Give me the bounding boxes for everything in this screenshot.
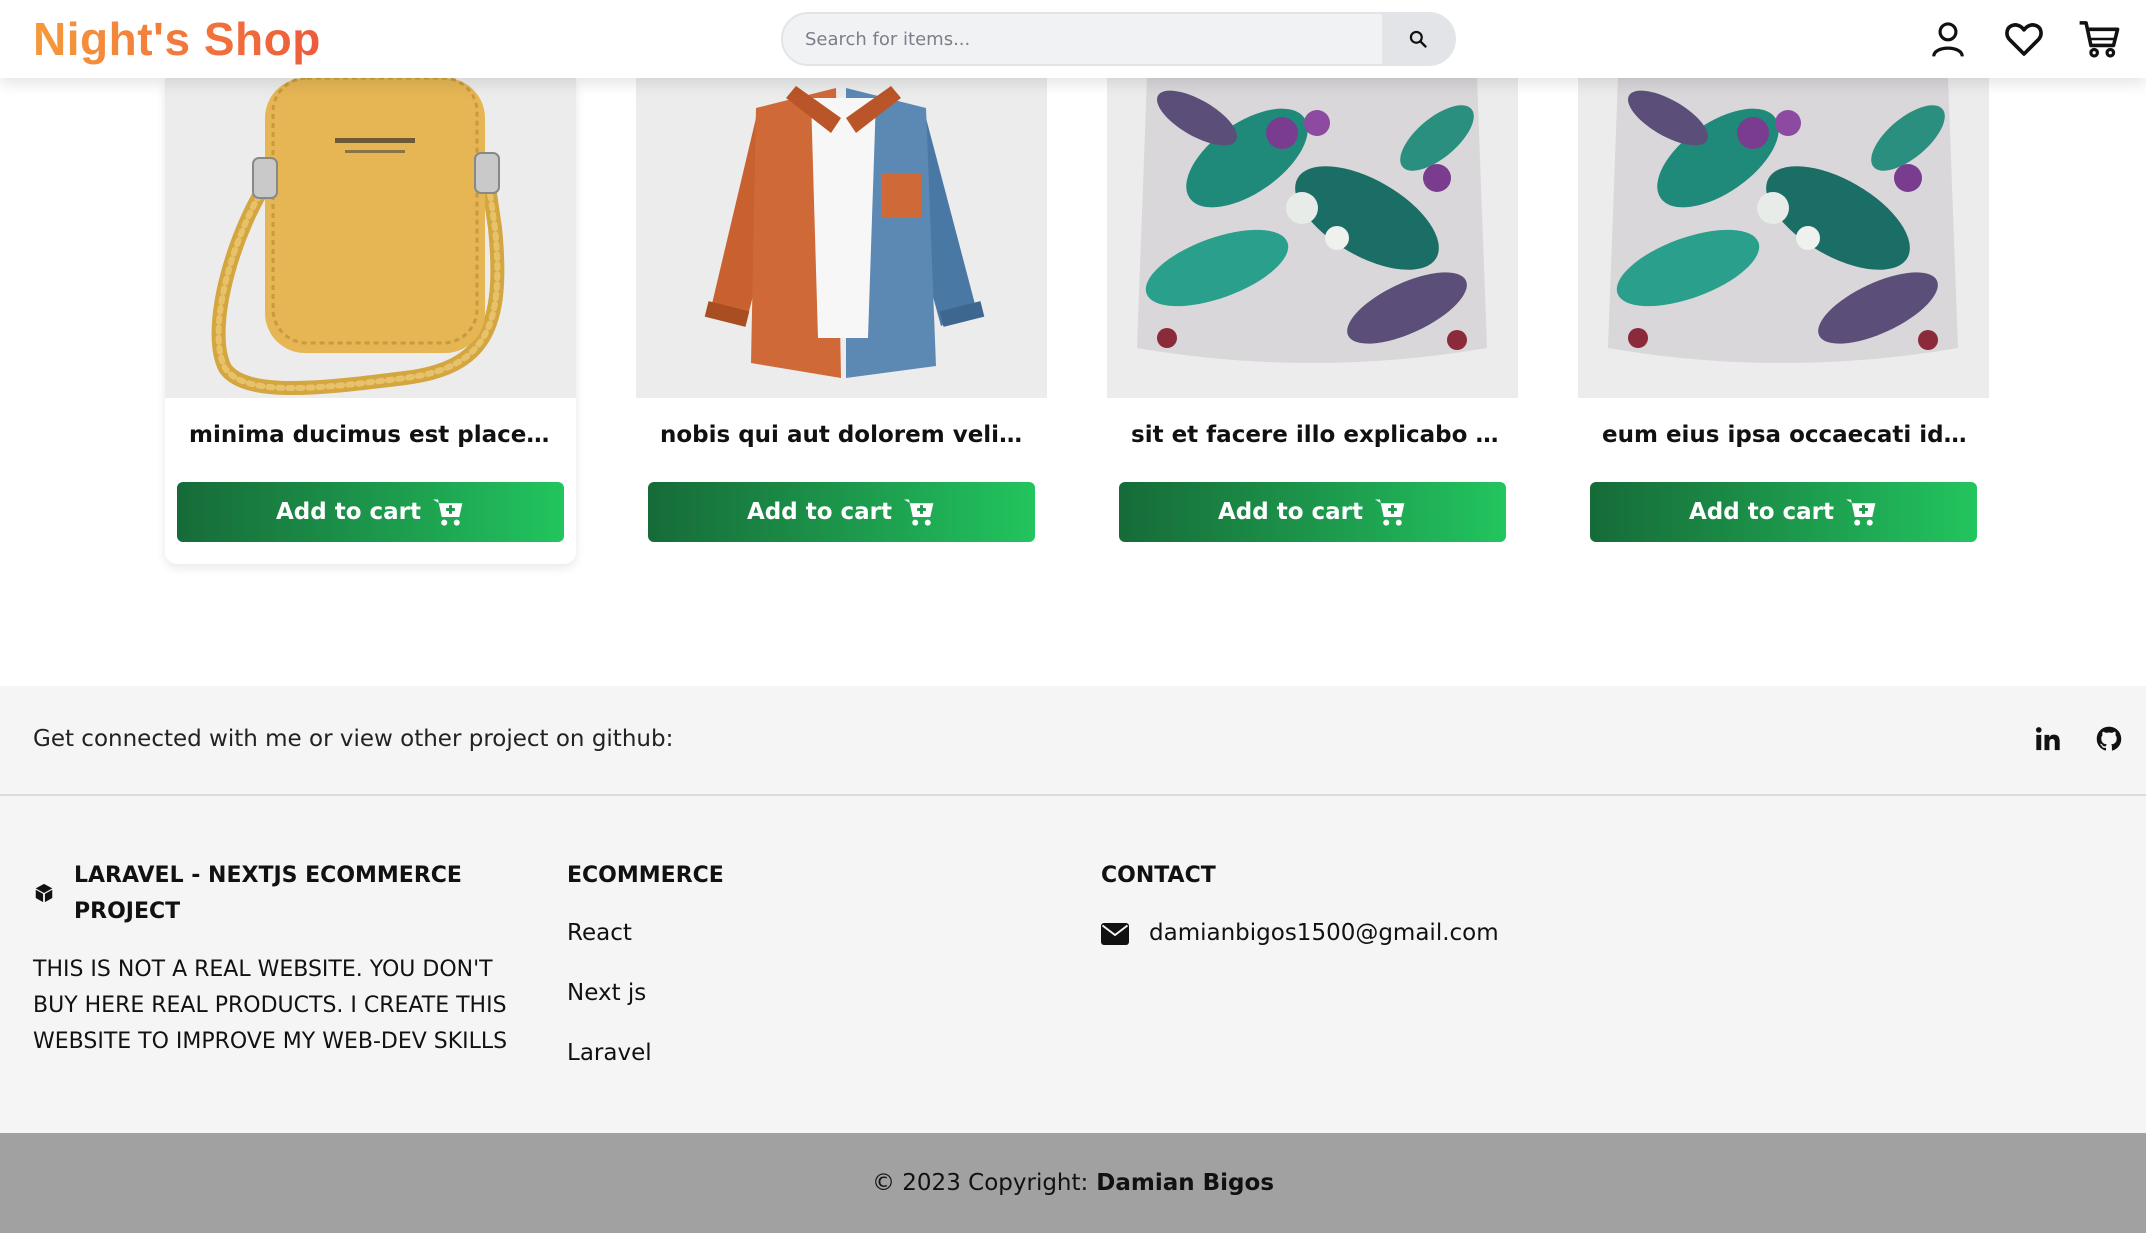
add-to-cart-button[interactable]: Add to cart bbox=[648, 482, 1035, 542]
cart-plus-icon bbox=[433, 499, 463, 526]
linkedin-link[interactable] bbox=[2031, 722, 2065, 756]
github-link[interactable] bbox=[2092, 722, 2126, 756]
copyright-text: © 2023 Copyright: bbox=[871, 1170, 1089, 1196]
copyright-bar: © 2023 Copyright: Damian Bigos bbox=[0, 1133, 2146, 1233]
account-button[interactable] bbox=[1927, 18, 1969, 60]
product-card[interactable]: sit et facere illo explicabo dicta Add t… bbox=[1107, 78, 1518, 564]
product-image[interactable] bbox=[636, 78, 1047, 398]
search-input[interactable] bbox=[805, 24, 1365, 54]
search-button[interactable] bbox=[1382, 12, 1454, 66]
cart-plus-icon bbox=[1846, 499, 1876, 526]
copyright-author[interactable]: Damian Bigos bbox=[1096, 1170, 1274, 1196]
product-title[interactable]: minima ducimus est placeat d... bbox=[189, 422, 559, 448]
add-to-cart-label: Add to cart bbox=[746, 499, 893, 525]
product-card[interactable]: minima ducimus est placeat d... Add to c… bbox=[165, 78, 576, 564]
add-to-cart-label: Add to cart bbox=[1217, 499, 1364, 525]
product-image[interactable] bbox=[1107, 78, 1518, 398]
add-to-cart-label: Add to cart bbox=[275, 499, 422, 525]
add-to-cart-button[interactable]: Add to cart bbox=[1590, 482, 1977, 542]
github-icon bbox=[2096, 726, 2122, 751]
cube-icon bbox=[35, 883, 53, 903]
product-title[interactable]: nobis qui aut dolorem velit ut bbox=[660, 422, 1030, 448]
product-title[interactable]: sit et facere illo explicabo dicta bbox=[1131, 422, 1501, 448]
about-title: LARAVEL - NEXTJS ECOMMERCE PROJECT bbox=[74, 863, 462, 924]
add-to-cart-label: Add to cart bbox=[1688, 499, 1835, 525]
product-card[interactable]: eum eius ipsa occaecati id aut Add to ca… bbox=[1578, 78, 1989, 564]
envelope-icon bbox=[1101, 923, 1129, 945]
cart-plus-icon bbox=[904, 499, 934, 526]
footer-main: LARAVEL - NEXTJS ECOMMERCE PROJECT THIS … bbox=[0, 796, 2146, 1133]
search-icon bbox=[1409, 30, 1427, 48]
footer-link-react[interactable]: React bbox=[567, 920, 632, 946]
product-card[interactable]: nobis qui aut dolorem velit ut Add to ca… bbox=[636, 78, 1047, 564]
social-text: Get connected with me or view other proj… bbox=[33, 726, 674, 752]
product-image[interactable] bbox=[165, 78, 576, 398]
brand-logo[interactable]: Night's Shop bbox=[33, 12, 321, 66]
ecommerce-title: ECOMMERCE bbox=[567, 863, 724, 888]
about-text: THIS IS NOT A REAL WEBSITE. YOU DON'T BU… bbox=[33, 957, 508, 1054]
heart-icon bbox=[2005, 23, 2043, 56]
contact-title: CONTACT bbox=[1101, 863, 1216, 888]
product-image[interactable] bbox=[1578, 78, 1989, 398]
wishlist-button[interactable] bbox=[2003, 18, 2045, 60]
cart-plus-icon bbox=[1375, 499, 1405, 526]
linkedin-icon bbox=[2035, 727, 2060, 751]
social-bar: Get connected with me or view other proj… bbox=[0, 686, 2146, 796]
add-to-cart-button[interactable]: Add to cart bbox=[1119, 482, 1506, 542]
add-to-cart-button[interactable]: Add to cart bbox=[177, 482, 564, 542]
contact-email[interactable]: damianbigos1500@gmail.com bbox=[1149, 920, 1499, 946]
footer-link-nextjs[interactable]: Next js bbox=[567, 980, 646, 1006]
footer-link-laravel[interactable]: Laravel bbox=[567, 1040, 652, 1066]
cart-button[interactable] bbox=[2078, 18, 2120, 60]
top-navbar: Night's Shop bbox=[0, 0, 2146, 78]
cart-icon bbox=[2079, 21, 2120, 58]
search-bar bbox=[781, 12, 1456, 66]
user-icon bbox=[1932, 22, 1964, 57]
product-title[interactable]: eum eius ipsa occaecati id aut bbox=[1602, 422, 1972, 448]
